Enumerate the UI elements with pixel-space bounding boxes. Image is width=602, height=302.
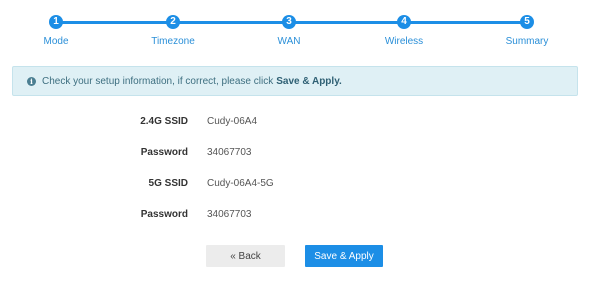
info-circle-icon: i xyxy=(27,76,36,86)
step-label: Timezone xyxy=(151,36,195,47)
back-button[interactable]: « Back xyxy=(206,245,285,267)
summary-row-label: 2.4G SSID xyxy=(140,116,188,127)
step-number-badge: 1 xyxy=(49,15,63,29)
step-label: Wireless xyxy=(384,36,424,47)
step-number-badge: 4 xyxy=(397,15,411,29)
step-label: Summary xyxy=(505,36,549,47)
setup-wizard-summary-page: 1 Mode 2 Timezone 3 WAN 4 Wireless 5 Sum… xyxy=(0,0,602,302)
step-wireless[interactable]: 4 Wireless xyxy=(354,15,454,47)
step-timezone[interactable]: 2 Timezone xyxy=(123,15,223,47)
step-summary[interactable]: 5 Summary xyxy=(477,15,577,47)
summary-row-5g-password: Password 34067703 xyxy=(0,209,602,225)
summary-row-value: Cudy-06A4-5G xyxy=(207,178,274,189)
summary-row-24g-password: Password 34067703 xyxy=(0,147,602,163)
step-number-badge: 5 xyxy=(520,15,534,29)
step-label: WAN xyxy=(277,36,301,47)
info-text: Check your setup information, if correct… xyxy=(42,75,274,87)
summary-row-value: Cudy-06A4 xyxy=(207,116,258,127)
summary-row-label: Password xyxy=(140,147,188,158)
info-bold-text: Save & Apply. xyxy=(276,75,342,87)
summary-row-5g-ssid: 5G SSID Cudy-06A4-5G xyxy=(0,178,602,194)
summary-row-value: 34067703 xyxy=(207,209,252,220)
step-label: Mode xyxy=(43,36,69,47)
summary-row-label: Password xyxy=(140,209,188,220)
summary-row-label: 5G SSID xyxy=(148,178,188,189)
step-number-badge: 3 xyxy=(282,15,296,29)
summary-row-24g-ssid: 2.4G SSID Cudy-06A4 xyxy=(0,116,602,132)
info-banner: i Check your setup information, if corre… xyxy=(12,66,578,96)
step-wan[interactable]: 3 WAN xyxy=(239,15,339,47)
step-number-badge: 2 xyxy=(166,15,180,29)
summary-row-value: 34067703 xyxy=(207,147,252,158)
step-mode[interactable]: 1 Mode xyxy=(6,15,106,47)
save-apply-button[interactable]: Save & Apply xyxy=(305,245,383,267)
